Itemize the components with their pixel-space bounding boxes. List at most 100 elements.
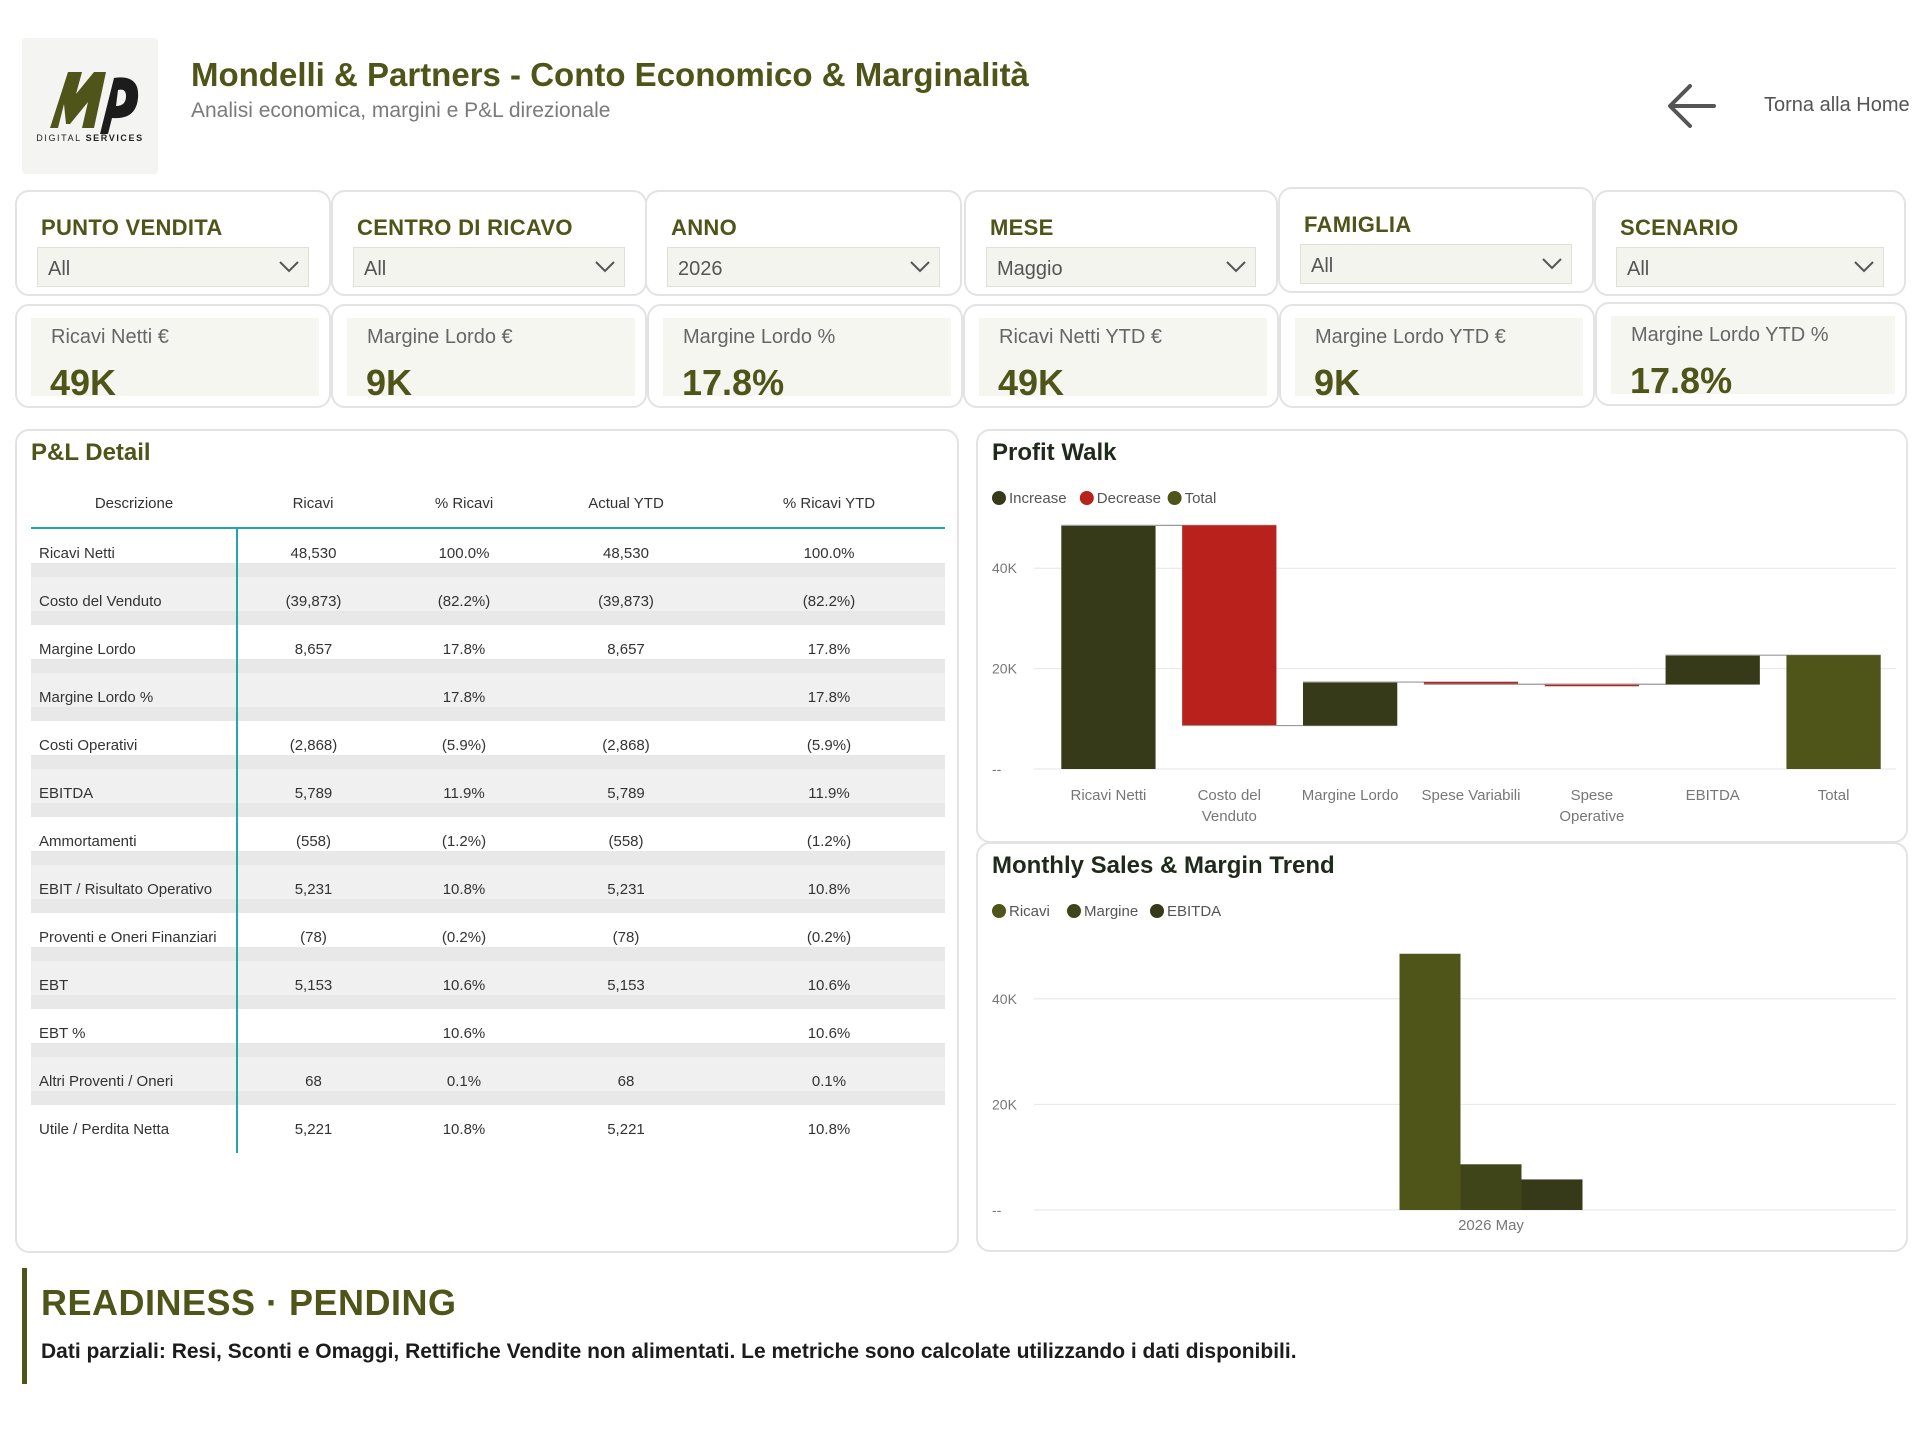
kpi-value: 49K xyxy=(50,362,117,403)
slicer-value: All xyxy=(364,258,387,280)
table-cell: (2,868) xyxy=(539,721,713,769)
kpi-label: Margine Lordo YTD % xyxy=(1631,324,1829,346)
table-cell: 10.6% xyxy=(389,961,539,1009)
table-cell xyxy=(539,673,713,721)
back-to-home-button[interactable]: Torna alla Home xyxy=(1660,74,1910,140)
table-cell: (5.9%) xyxy=(389,721,539,769)
readiness-title: READINESS · PENDING xyxy=(41,1282,457,1323)
table-cell: 5,153 xyxy=(539,961,713,1009)
kpi-label: Margine Lordo YTD € xyxy=(1315,326,1506,348)
legend-item[interactable]: Decrease xyxy=(1079,490,1161,507)
monthly-trend-panel: Monthly Sales & Margin Trend Ricavi Margi… xyxy=(976,842,1908,1252)
table-cell: 5,231 xyxy=(539,865,713,913)
table-row[interactable]: Costo del Venduto (39,873) (82.2%) (39,873)… xyxy=(31,577,945,625)
table-cell: (82.2%) xyxy=(713,577,945,625)
table-row[interactable]: Costi Operativi (2,868) (5.9%) (2,868) (5.9%… xyxy=(31,721,945,769)
table-row[interactable]: EBT % 10.6% 10.6% xyxy=(31,1009,945,1057)
back-to-home-label: Torna alla Home xyxy=(1764,94,1910,116)
table-cell: 8,657 xyxy=(237,625,389,673)
slicer-dropdown[interactable]: All xyxy=(1616,247,1884,287)
table-row[interactable]: EBT 5,153 10.6% 5,153 10.6% xyxy=(31,961,945,1009)
table-cell: (82.2%) xyxy=(389,577,539,625)
table-cell: 0.1% xyxy=(713,1057,945,1105)
table-cell: 10.8% xyxy=(713,1105,945,1153)
slicer-dropdown[interactable]: All xyxy=(1300,244,1572,284)
legend-item[interactable]: Increase xyxy=(992,490,1067,507)
y-tick-label: 40K xyxy=(992,991,1018,1007)
legend-swatch xyxy=(1067,904,1081,918)
slicer-value: All xyxy=(48,258,71,280)
table-row[interactable]: Utile / Perdita Netta 5,221 10.8% 5,221 10.8… xyxy=(31,1105,945,1153)
readiness-accent-bar xyxy=(22,1268,27,1384)
slicer-dropdown[interactable]: Maggio xyxy=(986,247,1256,287)
table-row[interactable]: Ammortamenti (558) (1.2%) (558) (1.2%) xyxy=(31,817,945,865)
table-header-row: Descrizione Ricavi % Ricavi Actual YTD %… xyxy=(31,479,945,529)
column-header[interactable]: Descrizione xyxy=(31,479,237,529)
chevron-down-icon xyxy=(1542,258,1562,270)
table-row[interactable]: Margine Lordo % 17.8% 17.8% xyxy=(31,673,945,721)
waterfall-bar[interactable] xyxy=(1665,655,1760,685)
table-cell: (78) xyxy=(539,913,713,961)
legend-item[interactable]: EBITDA xyxy=(1150,903,1221,920)
table-cell: (1.2%) xyxy=(713,817,945,865)
legend-label: Margine xyxy=(1084,903,1138,920)
kpi-card-ricavi-netti: Ricavi Netti € 49K xyxy=(15,304,331,408)
legend-label: Ricavi xyxy=(1009,903,1050,920)
table-row[interactable]: Ricavi Netti 48,530 100.0% 48,530 100.0% xyxy=(31,528,945,577)
table-cell: (78) xyxy=(237,913,389,961)
kpi-card-margine-lordo-pct: Margine Lordo % 17.8% xyxy=(647,304,963,408)
y-tick-label: -- xyxy=(992,1202,1002,1218)
waterfall-bar[interactable] xyxy=(1786,655,1881,769)
column-header[interactable]: % Ricavi xyxy=(389,479,539,529)
legend-item[interactable]: Total xyxy=(1167,490,1217,507)
slicer-dropdown[interactable]: All xyxy=(353,247,625,287)
series-bar-ricavi[interactable] xyxy=(1399,953,1461,1210)
table-cell: 68 xyxy=(539,1057,713,1105)
table-cell: (558) xyxy=(237,817,389,865)
table-row[interactable]: Altri Proventi / Oneri 68 0.1% 68 0.1% xyxy=(31,1057,945,1105)
company-logo: DIGITAL SERVICES xyxy=(22,38,158,174)
table-cell xyxy=(539,1009,713,1057)
waterfall-bar[interactable] xyxy=(1182,525,1277,726)
slicer-famiglia: FAMIGLIA All xyxy=(1278,187,1594,293)
x-tick-label: Spese Variabili xyxy=(1422,787,1521,804)
table-row[interactable]: Proventi e Oneri Finanziari (78) (0.2%) (78… xyxy=(31,913,945,961)
y-tick-label: 20K xyxy=(992,1096,1018,1112)
table-cell: 5,789 xyxy=(539,769,713,817)
kpi-value: 9K xyxy=(1314,362,1361,403)
kpi-card-margine-lordo-ytd-pct: Margine Lordo YTD % 17.8% xyxy=(1595,302,1907,406)
row-label: Ricavi Netti xyxy=(31,528,238,577)
legend-item[interactable]: Margine xyxy=(1067,903,1138,920)
slicer-title: SCENARIO xyxy=(1620,215,1739,240)
table-cell: 5,221 xyxy=(237,1105,389,1153)
row-label: Utile / Perdita Netta xyxy=(31,1105,238,1153)
profit-walk-panel: Profit Walk Increase Decrease Total -- 20K 4… xyxy=(976,429,1908,843)
slicer-dropdown[interactable]: All xyxy=(37,247,309,287)
waterfall-bar[interactable] xyxy=(1303,682,1398,726)
table-cell: 5,231 xyxy=(237,865,389,913)
x-tick-label: Total xyxy=(1818,787,1850,804)
column-header[interactable]: Ricavi xyxy=(237,479,389,529)
table-row[interactable]: EBIT / Risultato Operativo 5,231 10.8% 5,23… xyxy=(31,865,945,913)
series-bar-ebitda[interactable] xyxy=(1521,1179,1583,1210)
kpi-label: Ricavi Netti YTD € xyxy=(999,326,1163,348)
panel-title: P&L Detail xyxy=(31,439,151,466)
slicer-dropdown[interactable]: 2026 xyxy=(667,247,940,287)
slicer-value: All xyxy=(1311,255,1334,277)
column-header[interactable]: % Ricavi YTD xyxy=(713,479,945,529)
table-row[interactable]: Margine Lordo 8,657 17.8% 8,657 17.8% xyxy=(31,625,945,673)
slicer-value: 2026 xyxy=(678,258,723,280)
logo-caption: DIGITAL SERVICES xyxy=(36,133,144,143)
slicer-title: PUNTO VENDITA xyxy=(41,215,223,240)
table-cell: (39,873) xyxy=(539,577,713,625)
slicer-centro-di-ricavo: CENTRO DI RICAVO All xyxy=(331,190,647,296)
legend-item[interactable]: Ricavi xyxy=(992,903,1050,920)
series-bar-margine[interactable] xyxy=(1460,1164,1522,1210)
waterfall-bar[interactable] xyxy=(1061,525,1156,769)
column-header[interactable]: Actual YTD xyxy=(539,479,713,529)
table-row[interactable]: EBITDA 5,789 11.9% 5,789 11.9% xyxy=(31,769,945,817)
row-label: Costi Operativi xyxy=(31,721,238,769)
table-cell: 10.8% xyxy=(389,1105,539,1153)
table-cell: 10.6% xyxy=(389,1009,539,1057)
kpi-label: Margine Lordo % xyxy=(683,326,836,348)
